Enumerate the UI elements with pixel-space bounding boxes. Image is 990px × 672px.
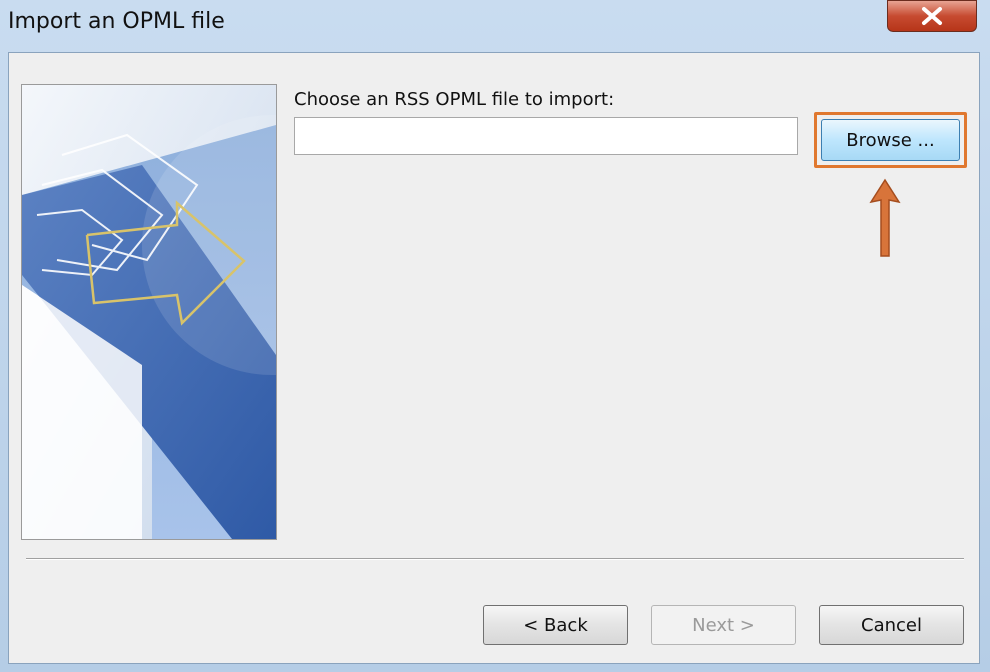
up-arrow-icon: [869, 178, 901, 257]
title-bar[interactable]: Import an OPML file: [0, 0, 990, 46]
close-button[interactable]: [887, 0, 977, 32]
next-button[interactable]: Next >: [651, 605, 796, 645]
opml-file-path-input[interactable]: [294, 117, 798, 155]
wizard-side-image: [21, 84, 277, 540]
window-title: Import an OPML file: [8, 9, 225, 34]
file-prompt-label: Choose an RSS OPML file to import:: [294, 89, 615, 110]
cancel-button[interactable]: Cancel: [819, 605, 964, 645]
back-button[interactable]: < Back: [483, 605, 628, 645]
footer-separator: [26, 558, 964, 560]
browse-button[interactable]: Browse ...: [821, 119, 960, 161]
dialog-content: Choose an RSS OPML file to import: Brows…: [8, 52, 980, 664]
close-icon: [922, 7, 942, 25]
dialog-window: Import an OPML file Choose an RSS OPML f…: [0, 0, 990, 672]
